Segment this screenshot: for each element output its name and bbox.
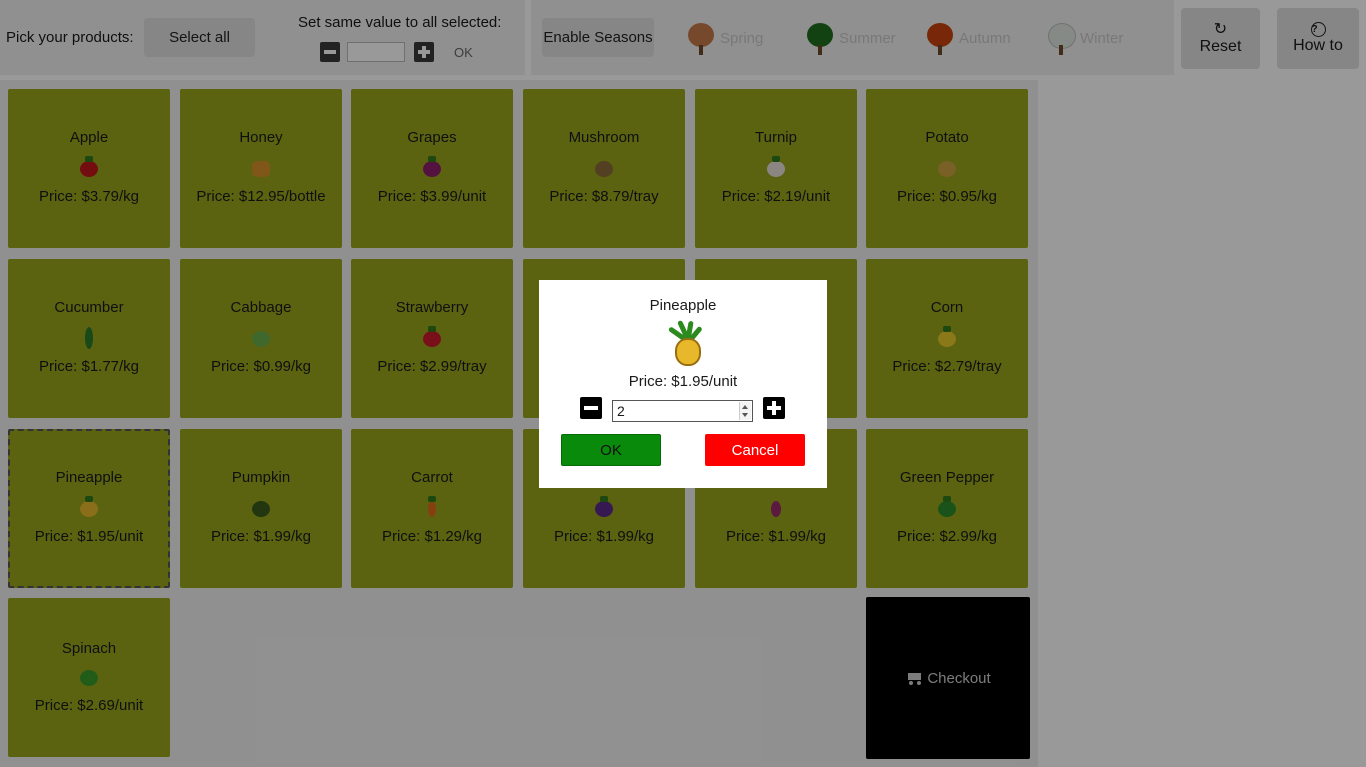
quantity-input[interactable]: 2 — [612, 400, 753, 422]
quantity-increment-button[interactable] — [763, 397, 785, 419]
quantity-dialog: Pineapple Price: $1.95/unit 2 OK Cancel — [539, 280, 827, 488]
quantity-spinner[interactable] — [739, 402, 751, 420]
pineapple-icon — [661, 319, 707, 368]
ok-button[interactable]: OK — [561, 434, 661, 466]
quantity-decrement-button[interactable] — [580, 397, 602, 419]
dialog-product-name: Pineapple — [649, 297, 717, 314]
dialog-product-price: Price: $1.95/unit — [628, 373, 738, 390]
cancel-button[interactable]: Cancel — [705, 434, 805, 466]
